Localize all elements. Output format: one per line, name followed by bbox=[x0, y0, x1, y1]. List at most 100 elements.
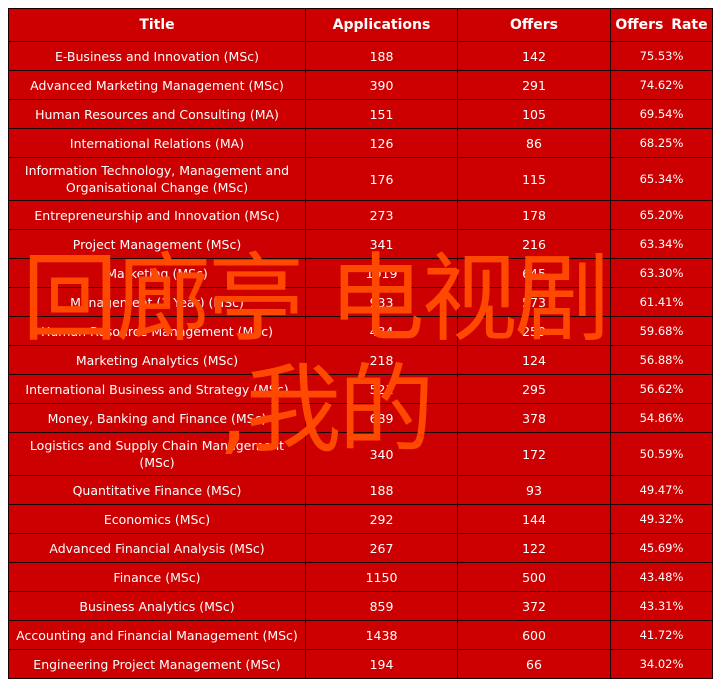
table-row: Project Management (MSc) 341 216 63.34% bbox=[8, 229, 713, 259]
cell-offers-rate: 56.88% bbox=[610, 345, 713, 375]
table-header-row: Title Applications Offers Offers Rate bbox=[8, 8, 713, 42]
cell-offers-rate: 45.69% bbox=[610, 533, 713, 563]
cell-applications: 188 bbox=[305, 475, 458, 505]
cell-offers: 645 bbox=[457, 258, 611, 288]
header-offers-rate: Offers Rate bbox=[610, 8, 713, 42]
cell-offers: 600 bbox=[457, 620, 611, 650]
admissions-table-container: Title Applications Offers Offers Rate E-… bbox=[8, 8, 713, 679]
table-row: Advanced Financial Analysis (MSc) 267 122 4… bbox=[8, 533, 713, 563]
table-row: International Business and Strategy (MSc… bbox=[8, 374, 713, 404]
cell-title: Human Resources and Consulting (MA) bbox=[8, 99, 306, 129]
cell-offers-rate: 69.54% bbox=[610, 99, 713, 129]
table-row: Accounting and Financial Management (MSc… bbox=[8, 620, 713, 650]
cell-offers-rate: 56.62% bbox=[610, 374, 713, 404]
cell-offers-rate: 43.48% bbox=[610, 562, 713, 592]
cell-title: Human Resource Management (MSc) bbox=[8, 316, 306, 346]
cell-applications: 390 bbox=[305, 70, 458, 100]
cell-title: Advanced Marketing Management (MSc) bbox=[8, 70, 306, 100]
table-row: Quantitative Finance (MSc) 188 93 49.47% bbox=[8, 475, 713, 505]
cell-offers: 295 bbox=[457, 374, 611, 404]
cell-title: Business Analytics (MSc) bbox=[8, 591, 306, 621]
cell-title: Logistics and Supply Chain Management (M… bbox=[8, 432, 306, 476]
cell-offers-rate: 34.02% bbox=[610, 649, 713, 679]
cell-offers: 291 bbox=[457, 70, 611, 100]
cell-offers: 378 bbox=[457, 403, 611, 433]
cell-offers: 142 bbox=[457, 41, 611, 71]
cell-title: Information Technology, Management and O… bbox=[8, 157, 306, 201]
cell-applications: 126 bbox=[305, 128, 458, 158]
cell-applications: 933 bbox=[305, 287, 458, 317]
table-row: Information Technology, Management and O… bbox=[8, 157, 713, 201]
cell-title: International Relations (MA) bbox=[8, 128, 306, 158]
cell-offers: 573 bbox=[457, 287, 611, 317]
cell-title: Marketing Analytics (MSc) bbox=[8, 345, 306, 375]
cell-applications: 340 bbox=[305, 432, 458, 476]
table-row: Marketing Analytics (MSc) 218 124 56.88% bbox=[8, 345, 713, 375]
cell-applications: 521 bbox=[305, 374, 458, 404]
cell-applications: 689 bbox=[305, 403, 458, 433]
table-body: E-Business and Innovation (MSc) 188 142 75.… bbox=[8, 41, 713, 679]
cell-offers: 172 bbox=[457, 432, 611, 476]
cell-title: E-Business and Innovation (MSc) bbox=[8, 41, 306, 71]
cell-offers: 500 bbox=[457, 562, 611, 592]
cell-title: Economics (MSc) bbox=[8, 504, 306, 534]
cell-applications: 151 bbox=[305, 99, 458, 129]
cell-offers-rate: 41.72% bbox=[610, 620, 713, 650]
cell-title: International Business and Strategy (MSc… bbox=[8, 374, 306, 404]
cell-offers-rate: 63.34% bbox=[610, 229, 713, 259]
cell-offers-rate: 49.47% bbox=[610, 475, 713, 505]
cell-applications: 292 bbox=[305, 504, 458, 534]
table-row: Marketing (MSc) 1019 645 63.30% bbox=[8, 258, 713, 288]
cell-applications: 218 bbox=[305, 345, 458, 375]
cell-offers: 259 bbox=[457, 316, 611, 346]
cell-applications: 341 bbox=[305, 229, 458, 259]
table-row: Human Resources and Consulting (MA) 151 10… bbox=[8, 99, 713, 129]
cell-offers-rate: 50.59% bbox=[610, 432, 713, 476]
cell-offers-rate: 65.20% bbox=[610, 200, 713, 230]
cell-offers: 144 bbox=[457, 504, 611, 534]
cell-offers-rate: 65.34% bbox=[610, 157, 713, 201]
cell-offers: 86 bbox=[457, 128, 611, 158]
cell-offers-rate: 74.62% bbox=[610, 70, 713, 100]
header-applications: Applications bbox=[305, 8, 458, 42]
cell-applications: 188 bbox=[305, 41, 458, 71]
header-offers: Offers bbox=[457, 8, 611, 42]
cell-offers-rate: 61.41% bbox=[610, 287, 713, 317]
cell-title: Marketing (MSc) bbox=[8, 258, 306, 288]
cell-offers: 66 bbox=[457, 649, 611, 679]
table-row: Logistics and Supply Chain Management (M… bbox=[8, 432, 713, 476]
table-row: Business Analytics (MSc) 859 372 43.31% bbox=[8, 591, 713, 621]
cell-offers: 178 bbox=[457, 200, 611, 230]
cell-offers: 105 bbox=[457, 99, 611, 129]
cell-offers-rate: 54.86% bbox=[610, 403, 713, 433]
cell-offers-rate: 49.32% bbox=[610, 504, 713, 534]
cell-offers: 216 bbox=[457, 229, 611, 259]
table-row: Engineering Project Management (MSc) 194 6… bbox=[8, 649, 713, 679]
table-row: E-Business and Innovation (MSc) 188 142 75.… bbox=[8, 41, 713, 71]
table-row: Advanced Marketing Management (MSc) 390 29… bbox=[8, 70, 713, 100]
cell-applications: 1438 bbox=[305, 620, 458, 650]
cell-title: Engineering Project Management (MSc) bbox=[8, 649, 306, 679]
cell-offers: 372 bbox=[457, 591, 611, 621]
cell-offers-rate: 75.53% bbox=[610, 41, 713, 71]
table-row: Economics (MSc) 292 144 49.32% bbox=[8, 504, 713, 534]
cell-offers: 122 bbox=[457, 533, 611, 563]
cell-offers-rate: 43.31% bbox=[610, 591, 713, 621]
cell-title: Project Management (MSc) bbox=[8, 229, 306, 259]
cell-offers-rate: 68.25% bbox=[610, 128, 713, 158]
cell-offers-rate: 59.68% bbox=[610, 316, 713, 346]
admissions-table: Title Applications Offers Offers Rate E-… bbox=[8, 8, 713, 679]
cell-offers: 124 bbox=[457, 345, 611, 375]
cell-offers: 115 bbox=[457, 157, 611, 201]
cell-title: Accounting and Financial Management (MSc… bbox=[8, 620, 306, 650]
cell-applications: 273 bbox=[305, 200, 458, 230]
cell-title: Advanced Financial Analysis (MSc) bbox=[8, 533, 306, 563]
table-row: Management (1 Year) (MSc) 933 573 61.41% bbox=[8, 287, 713, 317]
cell-applications: 859 bbox=[305, 591, 458, 621]
table-row: Human Resource Management (MSc) 434 259 59.… bbox=[8, 316, 713, 346]
cell-applications: 1150 bbox=[305, 562, 458, 592]
cell-applications: 194 bbox=[305, 649, 458, 679]
cell-offers: 93 bbox=[457, 475, 611, 505]
cell-applications: 434 bbox=[305, 316, 458, 346]
cell-title: Management (1 Year) (MSc) bbox=[8, 287, 306, 317]
